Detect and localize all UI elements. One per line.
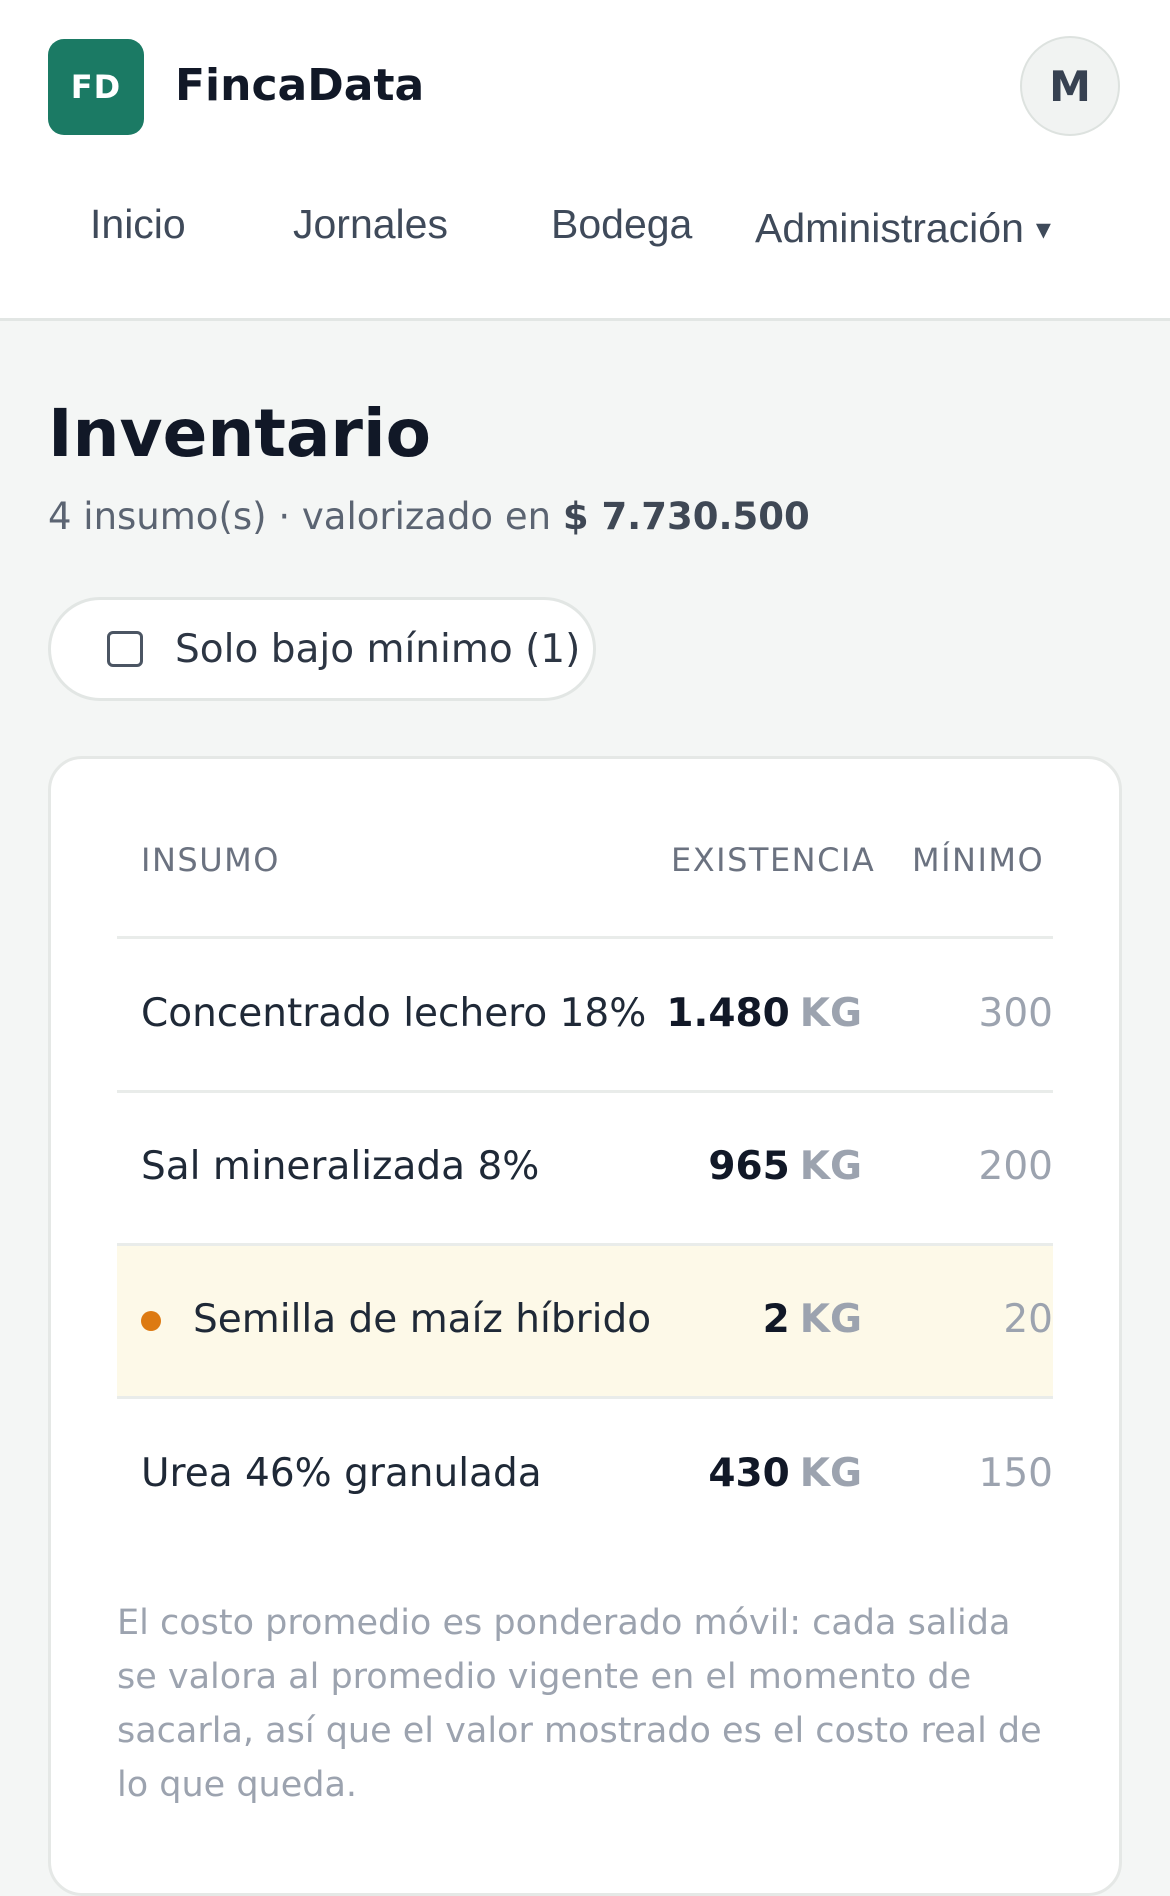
item-stock: 2 KG: [763, 1295, 862, 1345]
nav-item-bodega[interactable]: Bodega: [551, 198, 692, 250]
stock-value: 965: [708, 1144, 790, 1189]
divider: [117, 936, 1053, 939]
filter-checkbox[interactable]: [107, 631, 143, 667]
nav-label: Jornales: [293, 201, 448, 247]
column-header-insumo: INSUMO: [141, 841, 280, 879]
stock-unit: KG: [799, 1297, 862, 1342]
below-minimum-indicator-icon: [141, 1311, 161, 1331]
nav-label: Inicio: [90, 201, 186, 247]
page-title: Inventario: [48, 395, 431, 472]
item-name: Concentrado lechero 18%: [141, 991, 647, 1036]
below-minimum-filter[interactable]: Solo bajo mínimo (1): [48, 597, 596, 701]
nav-item-jornales[interactable]: Jornales: [293, 198, 448, 250]
stock-unit: KG: [799, 991, 862, 1036]
item-minimum: 200: [978, 1144, 1053, 1189]
logo[interactable]: FD: [48, 39, 144, 135]
item-name: Sal mineralizada 8%: [141, 1144, 540, 1189]
avatar[interactable]: M: [1020, 36, 1120, 136]
item-stock: 1.480 KG: [666, 989, 862, 1039]
column-header-minimo: MÍNIMO: [912, 841, 1045, 879]
caret-down-icon: ▾: [1035, 213, 1051, 246]
stock-value: 1.480: [666, 991, 790, 1036]
app-header: FD FincaData M Inicio Jornales Bodega Ad…: [0, 0, 1170, 321]
stock-value: 2: [762, 1297, 790, 1342]
item-name: Urea 46% granulada: [141, 1451, 542, 1496]
nav-label: Bodega: [551, 201, 693, 247]
inventory-summary: 4 insumo(s) · valorizado en $ 7.730.500: [48, 492, 810, 542]
item-minimum: 20: [1003, 1297, 1053, 1342]
total-value: $ 7.730.500: [562, 495, 810, 538]
filter-label: Solo bajo mínimo (1): [175, 626, 581, 672]
item-stock: 965 KG: [708, 1142, 862, 1192]
divider: [117, 1090, 1053, 1093]
nav-item-inicio[interactable]: Inicio: [90, 198, 186, 250]
stock-unit: KG: [799, 1144, 862, 1189]
stock-unit: KG: [799, 1451, 862, 1496]
nav-label: Administración: [755, 205, 1024, 251]
item-minimum: 150: [978, 1451, 1053, 1496]
column-header-existencia: EXISTENCIA: [671, 841, 876, 879]
item-name: Semilla de maíz híbrido: [193, 1297, 652, 1342]
item-stock: 430 KG: [708, 1449, 862, 1499]
brand-name[interactable]: FincaData: [175, 58, 424, 114]
costing-footnote: El costo promedio es ponderado móvil: ca…: [117, 1603, 1042, 1805]
stock-value: 430: [708, 1451, 790, 1496]
item-minimum: 300: [978, 991, 1053, 1036]
divider: [117, 1396, 1053, 1399]
summary-text: 4 insumo(s) · valorizado en: [48, 495, 563, 538]
nav-item-administracion[interactable]: Administración ▾: [755, 202, 1051, 259]
